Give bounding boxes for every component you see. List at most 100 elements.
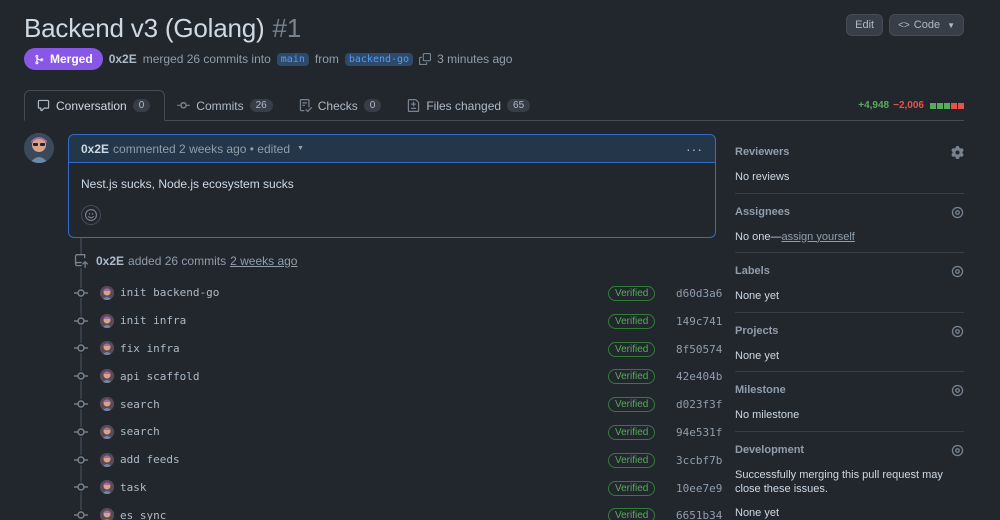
avatar[interactable] bbox=[24, 133, 54, 163]
code-button-label: Code bbox=[913, 19, 941, 31]
verified-badge[interactable]: Verified bbox=[608, 452, 656, 468]
pr-header: Backend v3 (Golang) #1 Edit <> Code ▼ bbox=[24, 10, 964, 46]
commit-sha[interactable]: d60d3a6 bbox=[676, 287, 722, 300]
commit-sha[interactable]: 10ee7e9 bbox=[676, 482, 722, 495]
milestone-title[interactable]: Milestone bbox=[735, 384, 964, 396]
commit-message[interactable]: search bbox=[120, 425, 160, 438]
commit-node-icon bbox=[74, 454, 88, 465]
commit-row: add feeds Verified 3ccbf7b bbox=[74, 446, 722, 474]
commit-row: search Verified 94e531f bbox=[74, 418, 722, 446]
commit-message[interactable]: task bbox=[120, 481, 147, 494]
diffstat-additions: +4,948 bbox=[858, 100, 890, 111]
commit-sha[interactable]: 6651b34 bbox=[676, 509, 722, 520]
commit-message[interactable]: fix infra bbox=[120, 342, 180, 355]
commit-sha[interactable]: 42e404b bbox=[676, 370, 722, 383]
commits-event-author[interactable]: 0x2E bbox=[96, 254, 124, 268]
projects-title[interactable]: Projects bbox=[735, 325, 964, 337]
commit-row: search Verified d023f3f bbox=[74, 390, 722, 418]
commit-author-avatar[interactable] bbox=[100, 341, 114, 356]
commit-message[interactable]: es sync bbox=[120, 509, 166, 520]
commit-sha[interactable]: 149c741 bbox=[676, 315, 722, 328]
commit-message[interactable]: api scaffold bbox=[120, 370, 199, 383]
commit-node-icon bbox=[74, 510, 88, 520]
verified-badge[interactable]: Verified bbox=[608, 369, 656, 385]
tab-conversation[interactable]: Conversation 0 bbox=[24, 90, 166, 121]
commit-row: task Verified 10ee7e9 bbox=[74, 474, 722, 502]
commit-author-avatar[interactable] bbox=[100, 480, 114, 495]
commit-message[interactable]: init infra bbox=[120, 314, 186, 327]
commit-sha[interactable]: 8f50574 bbox=[676, 343, 722, 356]
development-title[interactable]: Development bbox=[735, 444, 964, 456]
sidebar-development: Development Successfully merging this pu… bbox=[735, 432, 964, 520]
gear-icon[interactable] bbox=[951, 325, 964, 338]
file-diff-icon bbox=[408, 99, 420, 112]
commits-event-text: added 26 commits bbox=[128, 254, 227, 268]
commit-sha[interactable]: 94e531f bbox=[676, 426, 722, 439]
verified-badge[interactable]: Verified bbox=[608, 508, 656, 520]
commit-node-icon bbox=[74, 399, 88, 410]
verified-badge[interactable]: Verified bbox=[608, 424, 656, 440]
commit-author-avatar[interactable] bbox=[100, 369, 114, 384]
merge-icon bbox=[35, 54, 44, 64]
commit-author-avatar[interactable] bbox=[100, 424, 114, 439]
commits-event-time[interactable]: 2 weeks ago bbox=[230, 254, 297, 268]
gear-icon[interactable] bbox=[951, 444, 964, 457]
copy-icon[interactable] bbox=[419, 53, 432, 65]
assignees-title[interactable]: Assignees bbox=[735, 206, 964, 218]
base-branch[interactable]: main bbox=[276, 52, 309, 66]
commit-sha[interactable]: d023f3f bbox=[676, 398, 722, 411]
commit-author-avatar[interactable] bbox=[100, 397, 114, 412]
commit-node-icon bbox=[74, 371, 88, 382]
commit-row: fix infra Verified 8f50574 bbox=[74, 335, 722, 363]
verified-badge[interactable]: Verified bbox=[608, 313, 656, 329]
pr-number: #1 bbox=[272, 12, 302, 43]
sidebar-labels: Labels None yet bbox=[735, 253, 964, 313]
gear-icon[interactable] bbox=[951, 384, 964, 397]
sidebar: Reviewers No reviews Assignees No one—as… bbox=[735, 134, 964, 520]
head-branch[interactable]: backend-go bbox=[344, 52, 414, 66]
code-button[interactable]: <> Code ▼ bbox=[889, 14, 964, 36]
commit-message[interactable]: add feeds bbox=[120, 453, 180, 466]
code-icon: <> bbox=[898, 19, 910, 31]
sidebar-milestone: Milestone No milestone bbox=[735, 372, 964, 432]
comment-meta[interactable]: commented 2 weeks ago • edited bbox=[113, 142, 290, 156]
commit-message[interactable]: init backend-go bbox=[120, 286, 219, 299]
meta-author[interactable]: 0x2E bbox=[109, 52, 137, 66]
commit-author-avatar[interactable] bbox=[100, 508, 114, 520]
commit-row: init infra Verified 149c741 bbox=[74, 307, 722, 335]
edit-button[interactable]: Edit bbox=[846, 14, 884, 36]
add-reaction-button[interactable] bbox=[81, 205, 101, 225]
commit-list: init backend-go Verified d60d3a6 init infra… bbox=[74, 279, 722, 520]
reviewers-title[interactable]: Reviewers bbox=[735, 146, 964, 158]
commit-author-avatar[interactable] bbox=[100, 285, 114, 300]
assign-yourself-link[interactable]: assign yourself bbox=[781, 231, 854, 243]
tab-files-changed[interactable]: Files changed 65 bbox=[395, 90, 544, 121]
caret-down-icon[interactable]: ▼ bbox=[297, 145, 304, 152]
diffstat-block bbox=[937, 102, 943, 109]
labels-title[interactable]: Labels bbox=[735, 265, 964, 277]
verified-badge[interactable]: Verified bbox=[608, 286, 656, 301]
tab-checks[interactable]: Checks 0 bbox=[287, 90, 396, 121]
kebab-menu-icon[interactable]: ··· bbox=[686, 141, 703, 157]
commit-row: init backend-go Verified d60d3a6 bbox=[74, 279, 722, 307]
diffstat-deletions: −2,006 bbox=[893, 100, 924, 111]
pr-meta: Merged 0x2E merged 26 commits into main … bbox=[24, 48, 512, 70]
development-value: None yet bbox=[735, 507, 780, 520]
page-title: Backend v3 (Golang) bbox=[24, 12, 265, 43]
gear-icon[interactable] bbox=[951, 206, 964, 219]
tab-commits[interactable]: Commits 26 bbox=[165, 90, 286, 121]
commit-sha[interactable]: 3ccbf7b bbox=[676, 454, 722, 467]
from-text: from bbox=[314, 52, 339, 66]
gear-icon[interactable] bbox=[951, 265, 964, 278]
comment-box: 0x2E commented 2 weeks ago • edited ▼ ··… bbox=[68, 134, 716, 238]
verified-badge[interactable]: Verified bbox=[608, 480, 656, 496]
gear-icon[interactable] bbox=[951, 146, 964, 159]
commit-author-avatar[interactable] bbox=[100, 313, 114, 328]
checklist-icon bbox=[299, 99, 312, 112]
status-label: Merged bbox=[50, 52, 93, 66]
verified-badge[interactable]: Verified bbox=[608, 341, 656, 357]
comment-author[interactable]: 0x2E bbox=[81, 142, 109, 156]
commit-message[interactable]: search bbox=[120, 398, 160, 411]
commit-author-avatar[interactable] bbox=[100, 452, 114, 467]
verified-badge[interactable]: Verified bbox=[608, 397, 656, 413]
